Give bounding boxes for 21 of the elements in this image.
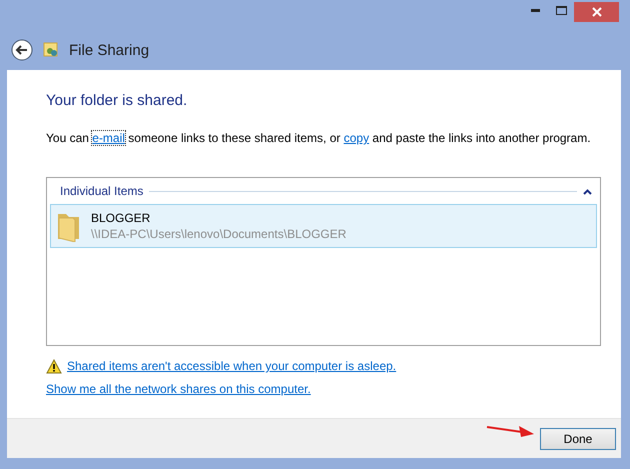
back-icon[interactable] [11, 39, 33, 61]
link[interactable]: Shared items aren't accessible when your computer is asleep. [67, 359, 396, 373]
minimize-icon [530, 8, 540, 12]
item-name: BLOGGER [91, 211, 152, 225]
link[interactable]: e-mail [92, 131, 125, 145]
caret-up-icon[interactable] [583, 189, 592, 195]
close-icon [592, 7, 602, 17]
item-path: \\IDEA-PC\Users\lenovo\Documents\BLOGGER [91, 227, 346, 241]
heading: Your folder is shared. [46, 92, 188, 109]
sharing-icon [43, 42, 59, 58]
window-title: File Sharing [69, 42, 150, 58]
done-button[interactable]: Done [540, 428, 616, 450]
shared-item-row[interactable]: BLOGGER \\IDEA-PC\Users\lenovo\Documents\BLOGGER [50, 204, 597, 248]
maximize-icon [556, 6, 566, 14]
group-title: Individual Items [60, 184, 144, 198]
warning-icon [46, 358, 62, 374]
instruction-text: You can e-mail someone links to these shared items, or copy and paste the links into another program. [46, 131, 592, 145]
annotation-arrow-icon [486, 424, 536, 438]
close-button[interactable] [574, 2, 619, 22]
link[interactable]: Show me all the network shares on this computer. [46, 382, 311, 396]
link[interactable]: copy [344, 131, 370, 145]
